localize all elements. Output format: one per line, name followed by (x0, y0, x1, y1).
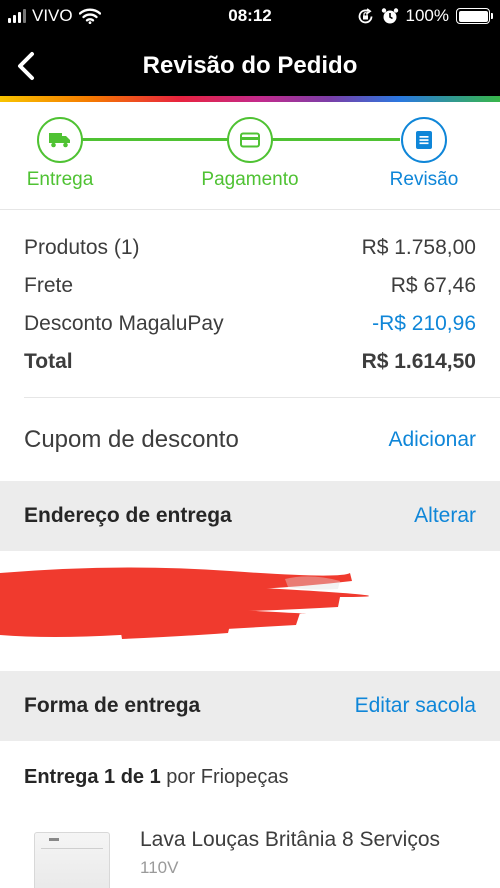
summary-row-total: Total R$ 1.614,50 (24, 343, 476, 381)
status-right: 100% (357, 6, 493, 26)
discount-value: -R$ 210,96 (372, 312, 476, 335)
total-value: R$ 1.614,50 (361, 350, 476, 373)
app-header: Revisão do Pedido (0, 34, 500, 96)
coupon-label: Cupom de desconto (24, 426, 239, 453)
appliance-panel (41, 842, 103, 849)
order-summary: Produtos (1) R$ 1.758,00 Frete R$ 67,46 … (24, 229, 476, 381)
coupon-row: Cupom de desconto Adicionar (24, 399, 476, 481)
delivery-section-title: Forma de entrega (24, 694, 201, 717)
credit-card-icon (240, 132, 260, 148)
delivery-info: Entrega 1 de 1 por Friopeças (24, 766, 289, 789)
document-list-icon (416, 131, 432, 149)
delivery-section-header: Forma de entrega Editar sacola (0, 671, 500, 741)
summary-label: Produtos (1) (24, 236, 140, 259)
orientation-lock-icon (358, 7, 372, 23)
redacted-address (0, 551, 500, 672)
checkout-stepper: Entrega Pagamento Revisão (0, 102, 500, 210)
product-image (34, 832, 110, 888)
address-section-header: Endereço de entrega Alterar (0, 481, 500, 551)
step-label-revisao: Revisão (389, 169, 459, 190)
product-item[interactable]: Lava Louças Britânia 8 Serviços 110V (0, 812, 500, 888)
alarm-icon (381, 8, 398, 24)
redaction-scribble (0, 567, 369, 639)
summary-row-discount: Desconto MagaluPay -R$ 210,96 (24, 305, 476, 343)
product-variant: 110V (140, 858, 179, 877)
address-section-title: Endereço de entrega (24, 504, 232, 527)
change-address-link[interactable]: Alterar (414, 504, 476, 528)
summary-value: R$ 67,46 (390, 274, 476, 297)
step-revisao[interactable] (401, 117, 447, 163)
status-bar: VIVO 08:12 100% (0, 0, 500, 34)
edit-bag-link[interactable]: Editar sacola (355, 694, 476, 718)
delivery-count: Entrega 1 de 1 (24, 766, 161, 788)
product-title: Lava Louças Britânia 8 Serviços (140, 828, 440, 851)
step-pagamento[interactable] (227, 117, 273, 163)
summary-divider (24, 397, 500, 398)
summary-row-shipping: Frete R$ 67,46 (24, 267, 476, 305)
step-label-pagamento: Pagamento (201, 169, 299, 190)
summary-value: R$ 1.758,00 (361, 236, 476, 259)
appliance-knob (49, 838, 59, 841)
summary-label: Frete (24, 274, 74, 297)
battery-fill (458, 10, 488, 22)
add-coupon-link[interactable]: Adicionar (388, 428, 476, 452)
summary-label: Desconto MagaluPay (24, 312, 224, 335)
page-title: Revisão do Pedido (142, 52, 358, 79)
total-label: Total (24, 350, 73, 373)
battery-icon (456, 8, 493, 24)
summary-row-products: Produtos (1) R$ 1.758,00 (24, 229, 476, 267)
truck-icon (49, 133, 70, 148)
delivery-seller: por Friopeças (160, 766, 289, 788)
step-entrega[interactable] (37, 117, 83, 163)
battery-percent: 100% (405, 6, 449, 25)
step-label-entrega: Entrega (26, 169, 94, 190)
